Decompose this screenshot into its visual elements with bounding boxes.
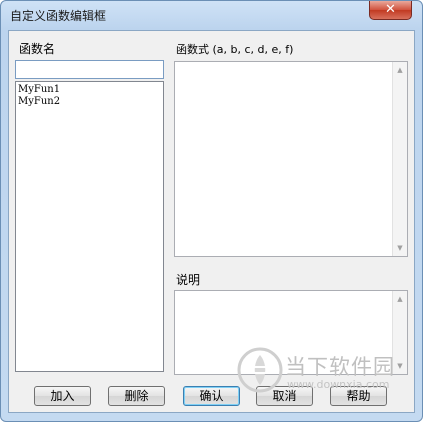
expression-textarea[interactable]: ▲ ▼ bbox=[174, 61, 408, 257]
window-title: 自定义函数编辑框 bbox=[10, 9, 107, 23]
scroll-down-icon[interactable]: ▼ bbox=[393, 361, 407, 371]
close-icon: ✕ bbox=[385, 2, 396, 17]
add-button[interactable]: 加入 bbox=[34, 386, 91, 406]
list-item[interactable]: MyFun2 bbox=[16, 96, 163, 108]
description-label: 说明 bbox=[176, 273, 201, 287]
scroll-up-icon[interactable]: ▲ bbox=[393, 294, 407, 304]
scroll-up-icon[interactable]: ▲ bbox=[393, 65, 407, 75]
close-button[interactable]: ✕ bbox=[369, 1, 412, 20]
function-list[interactable]: MyFun1 MyFun2 bbox=[15, 81, 164, 372]
expression-scrollbar[interactable]: ▲ ▼ bbox=[392, 62, 407, 256]
scroll-down-icon[interactable]: ▼ bbox=[393, 243, 407, 253]
delete-button[interactable]: 删除 bbox=[108, 386, 165, 406]
help-button[interactable]: 帮助 bbox=[330, 386, 387, 406]
ok-button[interactable]: 确认 bbox=[183, 386, 240, 406]
list-item[interactable]: MyFun1 bbox=[16, 84, 163, 96]
function-name-label: 函数名 bbox=[19, 42, 56, 56]
function-name-input[interactable] bbox=[15, 60, 164, 79]
cancel-button[interactable]: 取消 bbox=[256, 386, 313, 406]
description-textarea[interactable]: ▲ ▼ bbox=[174, 290, 408, 375]
description-scrollbar[interactable]: ▲ ▼ bbox=[392, 291, 407, 374]
expression-label: 函数式 (a, b, c, d, e, f) bbox=[176, 43, 294, 56]
title-bar[interactable]: 自定义函数编辑框 ✕ bbox=[1, 1, 422, 29]
dialog-client-area: 函数名 函数式 (a, b, c, d, e, f) 说明 MyFun1 MyF… bbox=[8, 30, 415, 413]
dialog-window: 自定义函数编辑框 ✕ 函数名 函数式 (a, b, c, d, e, f) 说明… bbox=[0, 0, 423, 422]
